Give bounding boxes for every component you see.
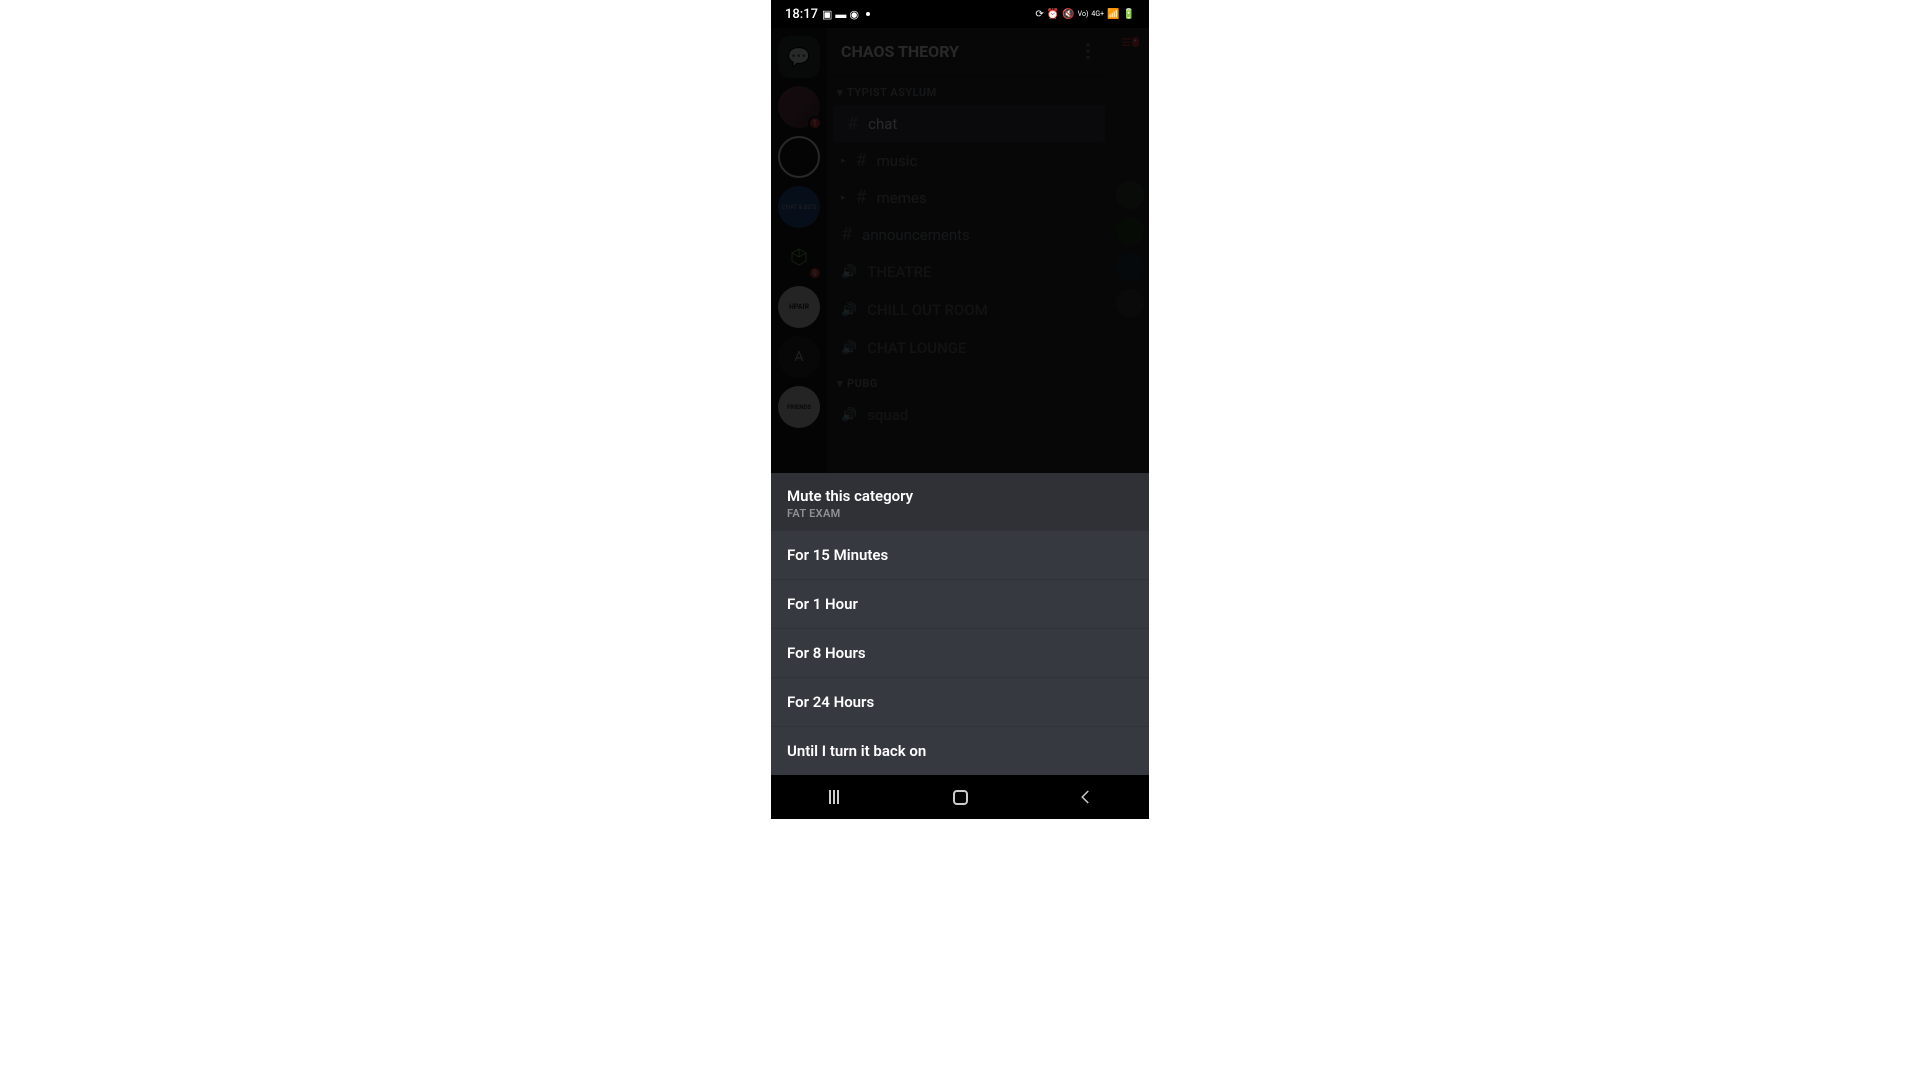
phone-frame: 18:17 ▣ ▬ ◉ ⟳ ⏰ 🔇 Vo) 4G+ 📶 🔋 💬 1 CH (771, 0, 1149, 819)
alarm-icon: ⏰ (1047, 9, 1059, 20)
sheet-title: Mute this category (787, 487, 1133, 505)
app-icon: ◉ (849, 8, 859, 21)
mute-option-8hours[interactable]: For 8 Hours (771, 628, 1149, 677)
sheet-header: Mute this category FAT EXAM (771, 473, 1149, 530)
status-time: 18:17 (785, 7, 818, 22)
back-icon (1077, 788, 1095, 806)
sheet-subtitle: FAT EXAM (787, 507, 1133, 520)
status-notification-icons: ▣ ▬ ◉ (822, 8, 870, 21)
volte-label: Vo) (1078, 10, 1089, 18)
back-button[interactable] (1056, 775, 1116, 819)
signal-icon: 📶 (1107, 9, 1119, 20)
recents-button[interactable] (804, 775, 864, 819)
mute-bottom-sheet: Mute this category FAT EXAM For 15 Minut… (771, 473, 1149, 775)
recents-icon (829, 790, 839, 804)
android-nav-bar (771, 775, 1149, 819)
status-left: 18:17 ▣ ▬ ◉ (785, 7, 870, 22)
home-icon (953, 790, 968, 805)
network-type: 4G+ (1091, 10, 1104, 18)
mute-option-15min[interactable]: For 15 Minutes (771, 530, 1149, 579)
status-bar: 18:17 ▣ ▬ ◉ ⟳ ⏰ 🔇 Vo) 4G+ 📶 🔋 (771, 0, 1149, 28)
battery-icon: 🔋 (1123, 9, 1135, 20)
status-right: ⟳ ⏰ 🔇 Vo) 4G+ 📶 🔋 (1035, 9, 1135, 20)
more-icon (866, 12, 870, 16)
update-icon: ⟳ (1035, 9, 1043, 20)
image-icon: ▣ (822, 8, 832, 21)
mute-option-indefinite[interactable]: Until I turn it back on (771, 726, 1149, 775)
home-button[interactable] (930, 775, 990, 819)
mute-option-24hours[interactable]: For 24 Hours (771, 677, 1149, 726)
mute-option-1hour[interactable]: For 1 Hour (771, 579, 1149, 628)
mute-icon: 🔇 (1062, 9, 1074, 20)
chat-icon: ▬ (835, 8, 846, 21)
